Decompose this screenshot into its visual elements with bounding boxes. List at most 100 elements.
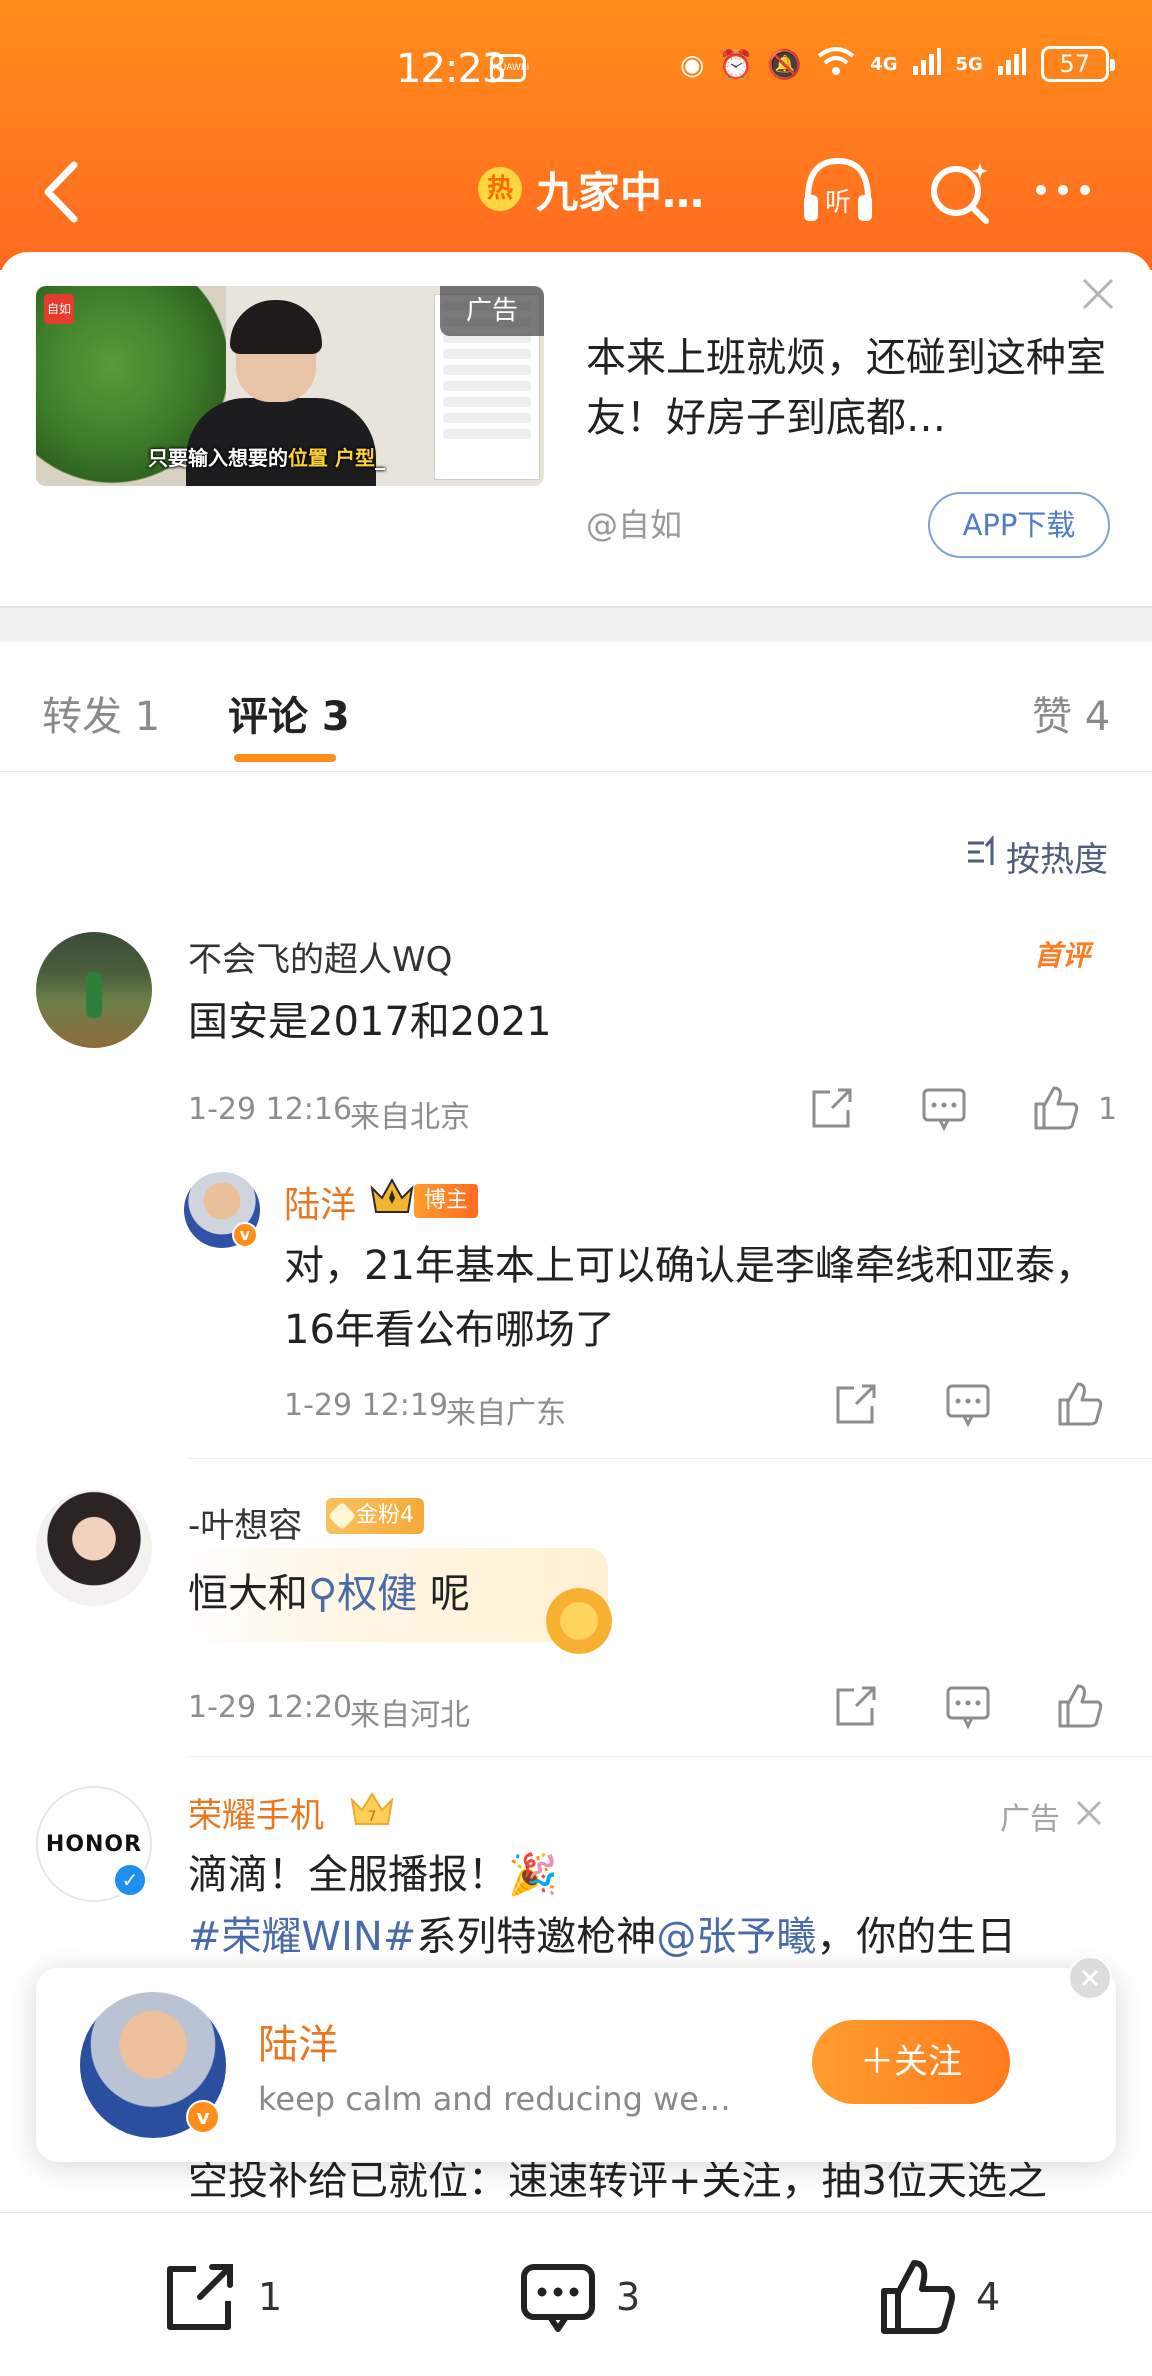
- comment-username[interactable]: 不会飞的超人WQ: [188, 932, 452, 981]
- ad-comment-text: 滴滴！全服播报！🎉 #荣耀WIN#系列特邀枪神@张予曦，你的生日: [188, 1852, 1017, 1960]
- honor-logo: HONOR: [45, 1831, 143, 1857]
- sort-toggle[interactable]: 按热度: [966, 832, 1108, 881]
- comment-username[interactable]: -叶想容: [188, 1498, 302, 1547]
- ad-video-subtitle: 只要输入想要的位置 户型_: [148, 446, 385, 470]
- repost-action[interactable]: 1: [160, 2257, 282, 2337]
- svg-text:7: 7: [368, 1809, 377, 1825]
- comment-text: 国安是2017和2021: [188, 999, 552, 1045]
- verified-icon: v: [232, 1222, 258, 1248]
- verified-icon: v: [186, 2100, 220, 2134]
- carrier-badge-icon: HUAWEI: [490, 54, 529, 82]
- crown-icon: [368, 1176, 416, 1218]
- signal-icon: [997, 46, 1027, 83]
- comment-icon[interactable]: [944, 1684, 992, 1730]
- comment-time: 1-29 12:16: [188, 1092, 353, 1127]
- search-icon[interactable]: [924, 157, 994, 227]
- sort-label: 按热度: [1006, 840, 1108, 880]
- tab-likes[interactable]: 赞 4: [1032, 684, 1110, 742]
- page-title: 九家中…: [536, 167, 705, 217]
- ad-brand-logo: 自如: [44, 294, 74, 324]
- repost-icon: [160, 2257, 240, 2337]
- comment-location: 来自河北: [350, 1698, 470, 1733]
- comment-username[interactable]: 荣耀手机: [188, 1788, 324, 1837]
- first-comment-badge: 首评: [1034, 939, 1091, 972]
- reply-username[interactable]: 陆洋: [284, 1176, 356, 1228]
- reply-time: 1-29 12:19: [284, 1388, 449, 1423]
- comment-action[interactable]: 3: [518, 2257, 640, 2337]
- topic-link[interactable]: 权健: [337, 1571, 417, 1617]
- network-5g-label: 5G: [955, 53, 983, 75]
- comment-text: 恒大和⚲权健 呢: [188, 1571, 471, 1617]
- svg-text:听: 听: [825, 188, 851, 218]
- like-icon[interactable]: [1056, 1380, 1104, 1426]
- mention-link[interactable]: @张予曦: [656, 1914, 816, 1960]
- like-icon[interactable]: [1032, 1084, 1080, 1130]
- status-bar: 12:23 HUAWEI ◉ ⏰ 🔕 4G 5G 57: [0, 0, 1152, 130]
- ad-source[interactable]: @自如: [586, 500, 682, 546]
- like-count: 1: [1098, 1092, 1118, 1127]
- fan-badge: 金粉4: [326, 1498, 424, 1534]
- fan-medal-icon: [546, 1588, 612, 1654]
- verified-icon: ✓: [112, 1862, 148, 1898]
- comment-icon[interactable]: [920, 1086, 968, 1132]
- bottom-action-bar: 1 3 4: [0, 2212, 1152, 2376]
- like-icon: [878, 2257, 958, 2337]
- like-action[interactable]: 4: [878, 2257, 1000, 2337]
- topic-title[interactable]: 热 九家中…: [478, 159, 704, 219]
- ad-tag-label: 广告: [440, 286, 544, 336]
- tab-bar: 转发 1 评论 3 赞 4: [0, 642, 1152, 772]
- network-4g-label: 4G: [870, 53, 898, 75]
- search-link-icon: ⚲: [308, 1571, 338, 1617]
- close-icon[interactable]: [1080, 276, 1116, 312]
- nav-bar: 热 九家中… 听: [0, 135, 1152, 245]
- like-icon[interactable]: [1056, 1682, 1104, 1728]
- like-count: 4: [976, 2275, 1001, 2319]
- reply-text: 对，21年基本上可以确认是李峰牵线和亚泰，16年看公布哪场了: [284, 1243, 1095, 1353]
- listen-headphone-icon[interactable]: 听: [798, 153, 878, 229]
- blogger-badge: 博主: [414, 1184, 479, 1218]
- close-icon[interactable]: [1074, 1798, 1104, 1828]
- ad-label: 广告: [1000, 1802, 1060, 1837]
- tab-comments[interactable]: 评论 3: [228, 684, 350, 742]
- battery-icon: 57: [1040, 46, 1115, 82]
- hot-icon: 热: [478, 167, 522, 211]
- follow-popup[interactable]: v 陆洋 keep calm and reducing we… ＋关注: [36, 1956, 1116, 2162]
- repost-icon[interactable]: [808, 1086, 856, 1132]
- hashtag-link[interactable]: #荣耀WIN#: [188, 1914, 416, 1960]
- back-arrow-icon[interactable]: [38, 157, 88, 227]
- section-separator: [0, 606, 1152, 642]
- divider: [188, 1458, 1152, 1459]
- follow-button[interactable]: ＋关注: [812, 2020, 1010, 2104]
- signal-icon: [912, 46, 942, 83]
- avatar[interactable]: [36, 1490, 152, 1606]
- app-download-button[interactable]: APP下载: [928, 492, 1110, 558]
- vip-crown-icon: 7: [348, 1790, 396, 1830]
- tab-reposts[interactable]: 转发 1: [42, 684, 160, 742]
- divider: [188, 1756, 1152, 1757]
- mute-icon: 🔕: [767, 47, 803, 81]
- ad-card[interactable]: 自如 只要输入想要的位置 户型_ 广告 本来上班就烦，还碰到这种室友！好房子到底…: [0, 252, 1152, 610]
- repost-count: 1: [258, 2275, 283, 2319]
- wifi-icon: [816, 44, 856, 85]
- comment-icon[interactable]: [944, 1382, 992, 1428]
- eye-icon: ◉: [680, 47, 705, 81]
- alarm-icon: ⏰: [718, 47, 754, 81]
- popup-username[interactable]: 陆洋: [258, 2012, 338, 2070]
- reply-location: 来自广东: [446, 1396, 566, 1431]
- ad-headline[interactable]: 本来上班就烦，还碰到这种室友！好房子到底都…: [586, 328, 1106, 448]
- active-tab-indicator: [234, 754, 336, 762]
- repost-icon[interactable]: [832, 1382, 880, 1428]
- sort-icon: [966, 834, 1000, 878]
- comment-count: 3: [616, 2275, 641, 2319]
- fan-gem-icon: [327, 1501, 357, 1531]
- avatar[interactable]: [36, 932, 152, 1048]
- comment-location: 来自北京: [350, 1100, 470, 1135]
- close-icon[interactable]: [1068, 1956, 1112, 2000]
- comment-time: 1-29 12:20: [188, 1690, 353, 1725]
- comment-icon: [518, 2257, 598, 2337]
- status-icons: ◉ ⏰ 🔕 4G 5G 57: [680, 44, 1115, 85]
- repost-icon[interactable]: [832, 1684, 880, 1730]
- header-background: 12:23 HUAWEI ◉ ⏰ 🔕 4G 5G 57 热 九家中… 听: [0, 0, 1152, 270]
- more-icon[interactable]: [1036, 175, 1106, 205]
- popup-description: keep calm and reducing we…: [258, 2080, 731, 2118]
